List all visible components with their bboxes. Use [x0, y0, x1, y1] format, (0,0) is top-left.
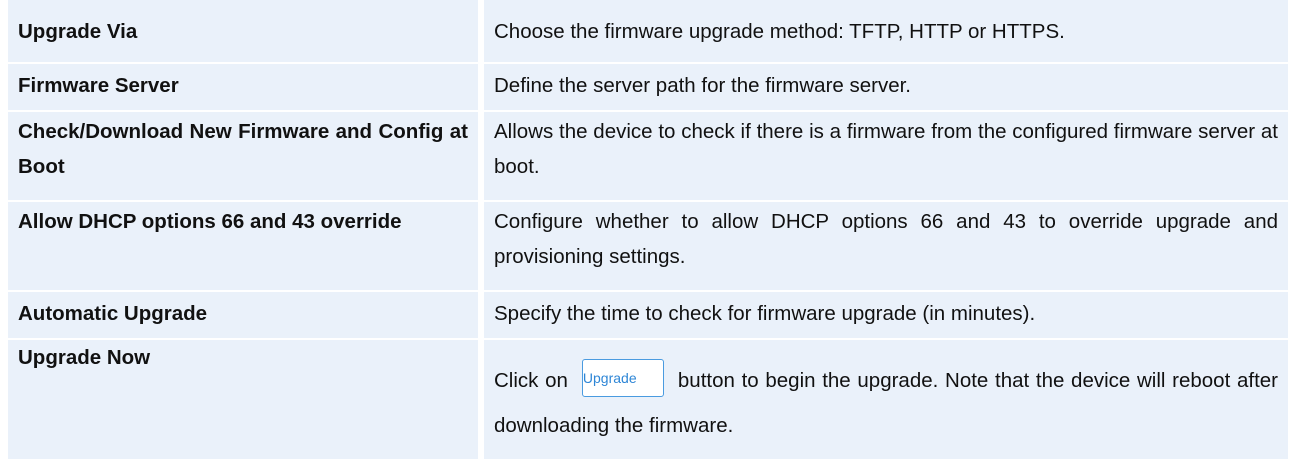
row-label: Firmware Server [8, 64, 484, 110]
table-row-check-download-at-boot: Check/Download New Firmware and Config a… [8, 112, 1288, 202]
row-label: Allow DHCP options 66 and 43 override [8, 202, 484, 290]
description-text-before: Click on [494, 369, 568, 392]
upgrade-button[interactable]: Upgrade [581, 358, 664, 397]
table-row-firmware-server: Firmware Server Define the server path f… [8, 64, 1288, 112]
row-label: Check/Download New Firmware and Config a… [8, 112, 484, 200]
row-description: Allows the device to check if there is a… [494, 120, 1278, 178]
settings-description-table: Upgrade Via Choose the firmware upgrade … [8, 0, 1288, 461]
row-description: Click on Upgrade button to begin the upgra… [484, 340, 1288, 459]
row-label: Upgrade Via [8, 0, 484, 62]
table-row-upgrade-via: Upgrade Via Choose the firmware upgrade … [8, 0, 1288, 64]
row-description: Specify the time to check for firmware u… [494, 302, 1036, 325]
table-row-upgrade-now: Upgrade Now Click on Upgrade button to beg… [8, 340, 1288, 461]
row-label: Automatic Upgrade [8, 292, 484, 338]
table-row-dhcp-override: Allow DHCP options 66 and 43 override Co… [8, 202, 1288, 292]
row-description: Configure whether to allow DHCP options … [494, 210, 1278, 268]
table-row-automatic-upgrade: Automatic Upgrade Specify the time to ch… [8, 292, 1288, 340]
row-description: Choose the firmware upgrade method: TFTP… [494, 20, 1065, 43]
row-label: Upgrade Now [8, 340, 484, 459]
row-description: Define the server path for the firmware … [494, 74, 912, 97]
